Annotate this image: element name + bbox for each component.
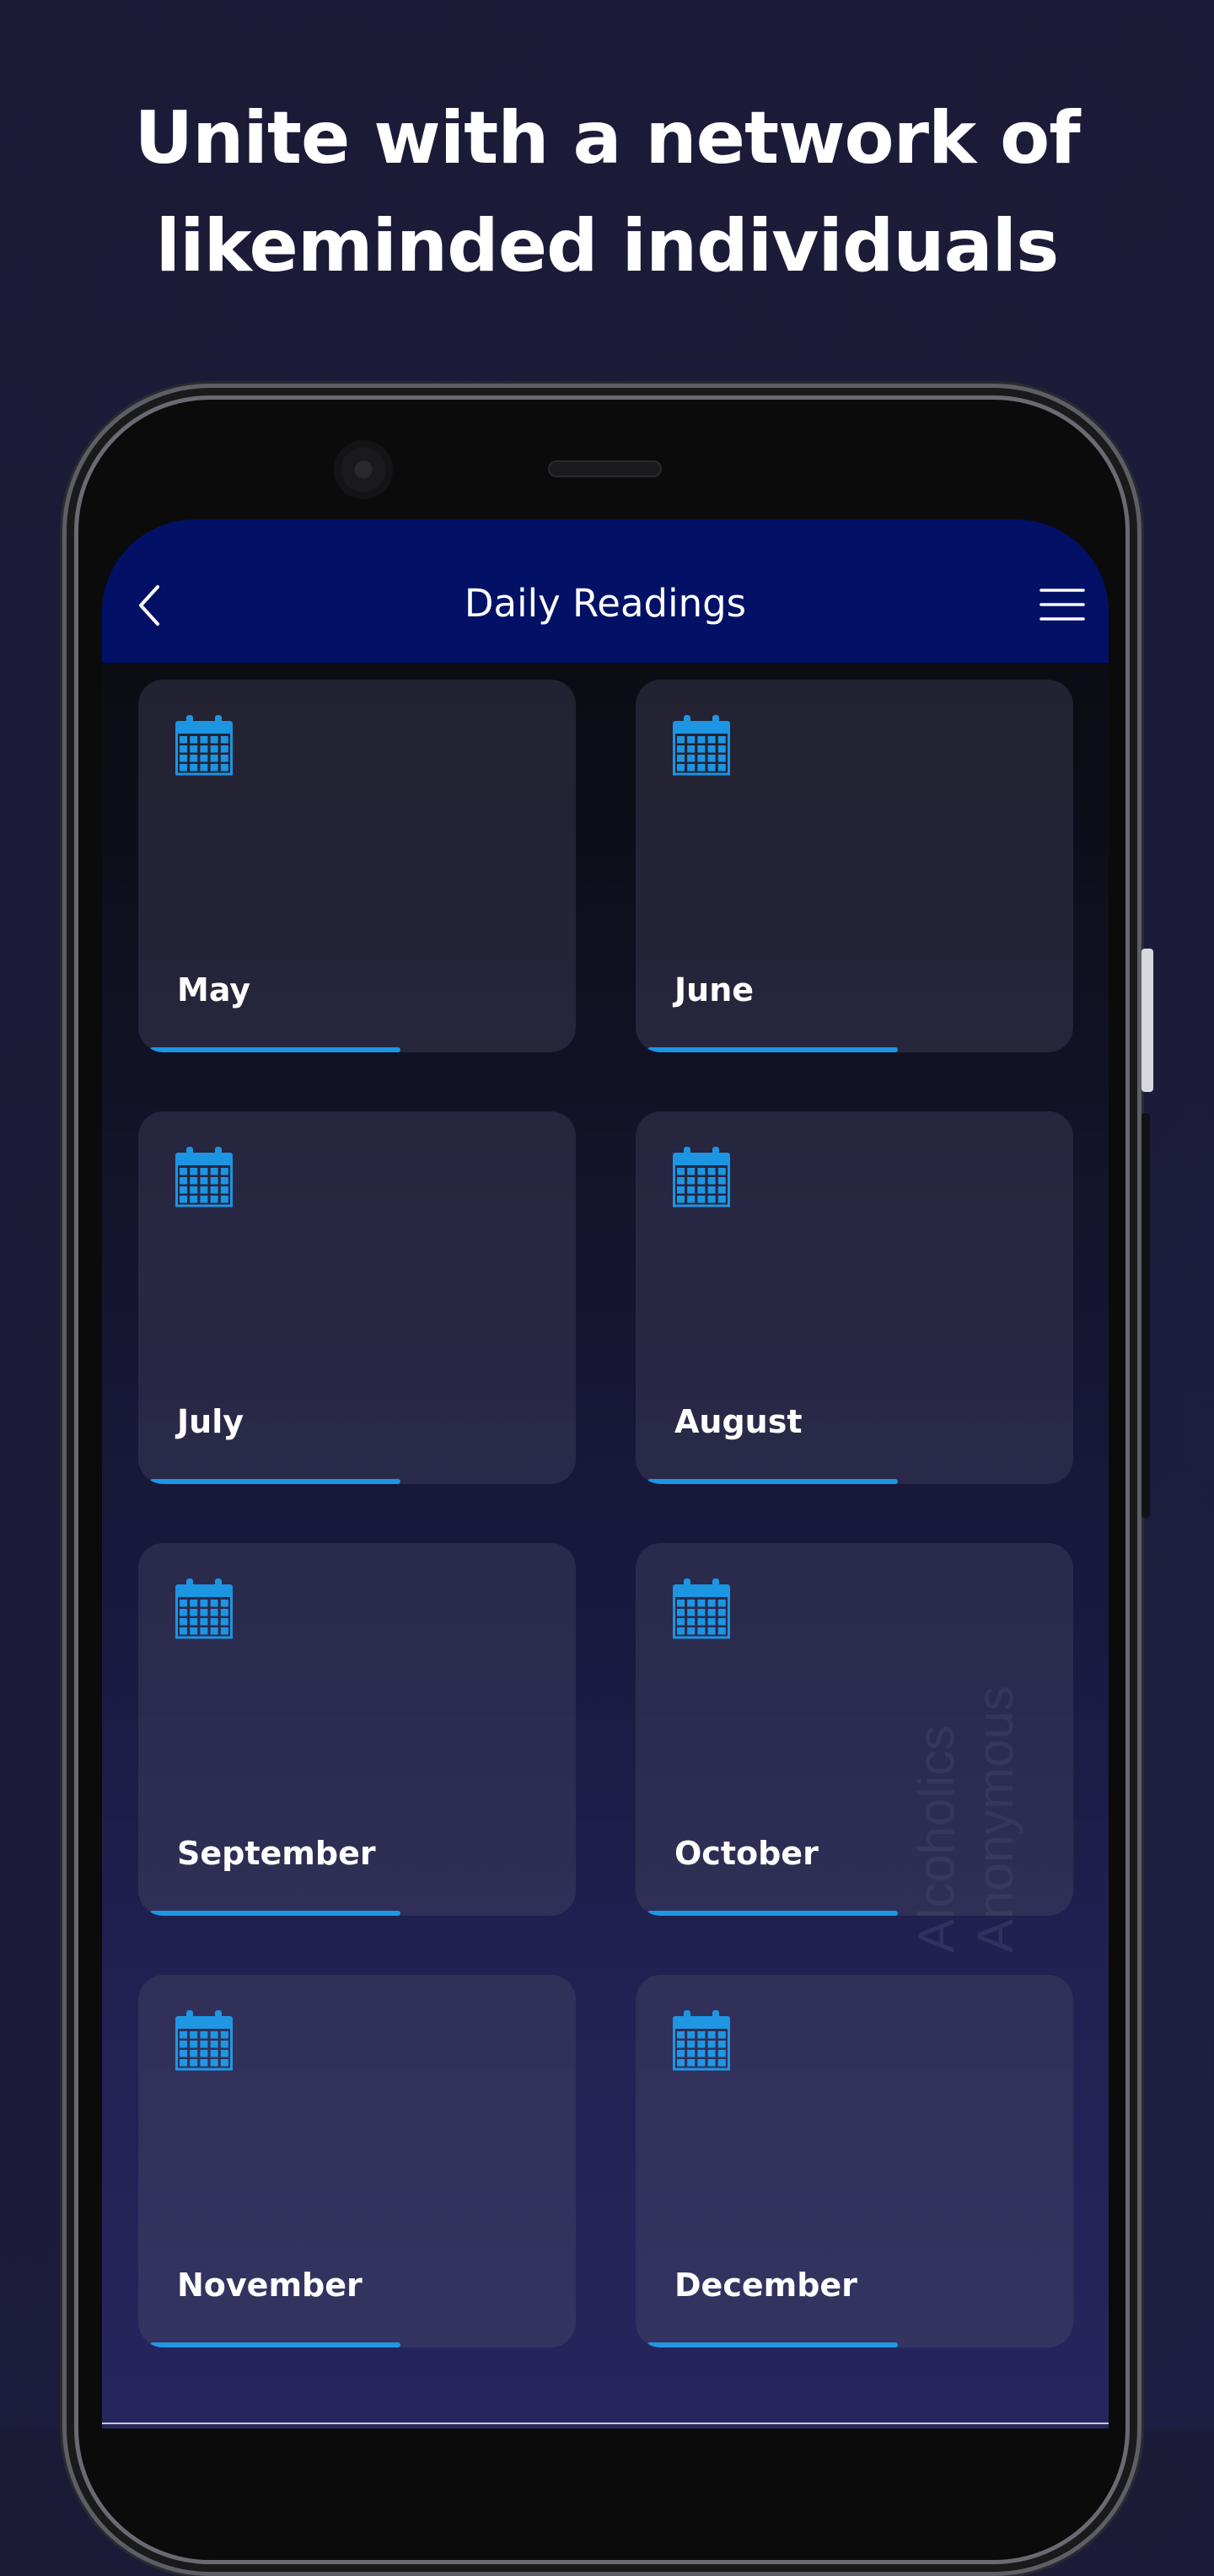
calendar-icon bbox=[673, 715, 730, 776]
month-label: July bbox=[177, 1403, 244, 1440]
calendar-icon bbox=[175, 2010, 233, 2071]
menu-button[interactable] bbox=[1038, 583, 1087, 626]
card-underline bbox=[647, 1479, 898, 1484]
headline-line-1: Unite with a network of bbox=[134, 96, 1080, 180]
card-underline bbox=[647, 2342, 898, 2347]
earpiece-speaker bbox=[548, 460, 662, 477]
month-label: August bbox=[674, 1403, 803, 1440]
month-card-november[interactable]: November bbox=[138, 1975, 576, 2347]
card-underline bbox=[647, 1911, 898, 1916]
month-label: September bbox=[177, 1835, 376, 1872]
hamburger-menu-icon bbox=[1039, 589, 1085, 621]
phone-screen: Alcoholics Anonymous Daily Readings May … bbox=[102, 519, 1109, 2428]
phone-power-button bbox=[1141, 949, 1153, 1092]
card-underline bbox=[150, 1479, 400, 1484]
month-card-september[interactable]: September bbox=[138, 1543, 576, 1916]
month-card-july[interactable]: July bbox=[138, 1111, 576, 1484]
month-label: December bbox=[674, 2267, 857, 2304]
page-title: Daily Readings bbox=[464, 581, 747, 626]
calendar-icon bbox=[175, 1578, 233, 1639]
month-card-december[interactable]: December bbox=[636, 1975, 1073, 2347]
card-underline bbox=[150, 2342, 400, 2347]
headline-line-2: likeminded individuals bbox=[155, 204, 1060, 288]
month-card-may[interactable]: May bbox=[138, 680, 576, 1052]
promo-headline: Unite with a network of likeminded indiv… bbox=[0, 84, 1214, 300]
month-card-october[interactable]: October bbox=[636, 1543, 1073, 1916]
month-label: May bbox=[177, 971, 251, 1008]
card-underline bbox=[150, 1047, 400, 1052]
front-camera bbox=[334, 440, 393, 499]
calendar-icon bbox=[673, 1147, 730, 1207]
card-underline bbox=[150, 1911, 400, 1916]
app-bar: Daily Readings bbox=[102, 519, 1109, 663]
month-label: November bbox=[177, 2267, 363, 2304]
month-card-august[interactable]: August bbox=[636, 1111, 1073, 1484]
bottom-divider bbox=[102, 2423, 1109, 2424]
month-label: June bbox=[674, 971, 755, 1008]
calendar-icon bbox=[175, 715, 233, 776]
month-label: October bbox=[674, 1835, 819, 1872]
calendar-icon bbox=[175, 1147, 233, 1207]
phone-volume-rail bbox=[1141, 1113, 1150, 1518]
month-grid: May June July August September October N… bbox=[138, 680, 1074, 2366]
calendar-icon bbox=[673, 2010, 730, 2071]
month-card-june[interactable]: June bbox=[636, 680, 1073, 1052]
calendar-icon bbox=[673, 1578, 730, 1639]
card-underline bbox=[647, 1047, 898, 1052]
